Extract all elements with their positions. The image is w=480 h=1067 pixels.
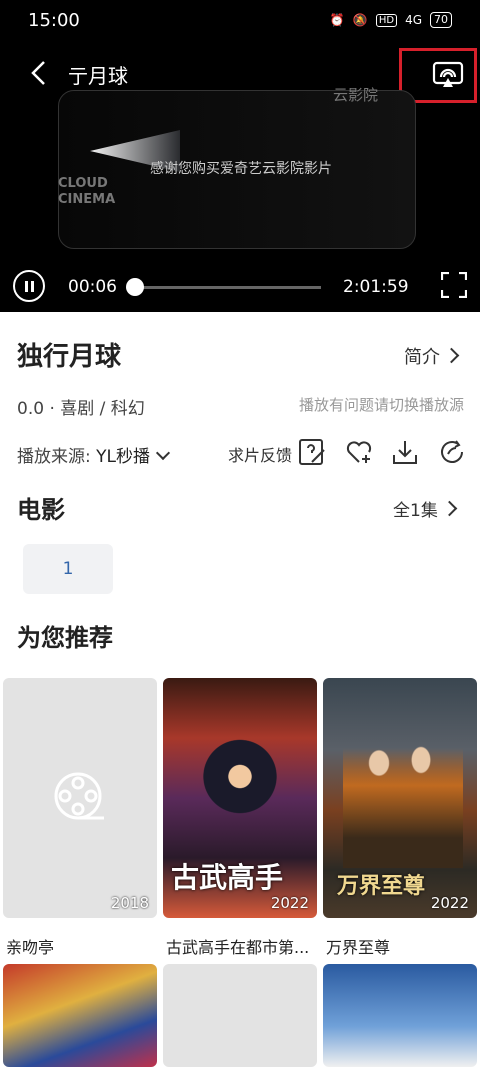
film-reel-icon <box>54 772 104 820</box>
network-icon: 4G <box>405 13 422 27</box>
poster-art <box>343 718 463 868</box>
chevron-down-icon <box>155 445 171 461</box>
player-title: 亍月球 <box>68 64 128 88</box>
chevron-right-icon <box>441 500 458 517</box>
recommend-name[interactable]: 万界至尊 <box>326 934 480 958</box>
source-label: 播放来源: <box>17 447 91 467</box>
all-episodes-label: 全1集 <box>393 501 438 521</box>
intro-label: 简介 <box>404 347 440 368</box>
feedback-label[interactable]: 求片反馈 <box>228 442 292 466</box>
screen-brand: 云影院 <box>333 86 379 104</box>
video-player[interactable]: 15:00 ⏰ 🔕 HD 4G 70 亍月球 云影院 CLOUD CINEMA … <box>0 0 480 312</box>
episodes-title: 电影 <box>17 496 65 524</box>
recommend-name[interactable]: 古武高手在都市第... <box>166 934 320 958</box>
mute-icon: 🔕 <box>352 13 368 27</box>
poster-year: 2022 <box>270 894 309 912</box>
poster-art <box>203 738 277 848</box>
movie-meta: 0.0 · 喜剧 / 科幻 <box>17 399 145 419</box>
all-episodes-link[interactable]: 全1集 <box>393 496 458 521</box>
switch-source-hint[interactable]: 播放有问题请切换播放源 <box>299 394 464 415</box>
pause-button[interactable] <box>13 270 45 302</box>
source-value: YL秒播 <box>96 447 150 467</box>
chevron-right-icon <box>443 347 460 364</box>
logo-line-2: CINEMA <box>58 192 116 207</box>
recommend-title: 为您推荐 <box>17 624 113 652</box>
poster-year: 2022 <box>430 894 469 912</box>
recommend-poster[interactable] <box>3 964 157 1067</box>
source-selector[interactable]: 播放来源: YL秒播 <box>17 442 171 467</box>
hd-icon: HD <box>375 13 398 27</box>
poster-text: 万界至尊 <box>337 874 426 899</box>
download-icon[interactable] <box>391 438 419 466</box>
progress-thumb[interactable] <box>125 278 144 296</box>
movie-title: 独行月球 <box>17 342 122 372</box>
alarm-icon: ⏰ <box>329 13 345 27</box>
cloud-cinema-logo: CLOUD CINEMA <box>58 176 115 208</box>
back-icon[interactable] <box>28 60 50 86</box>
intro-link[interactable]: 简介 <box>404 343 460 369</box>
recommend-poster[interactable] <box>163 964 317 1067</box>
battery-icon: 70 <box>430 12 452 28</box>
status-bar: 15:00 ⏰ 🔕 HD 4G 70 <box>0 0 480 40</box>
recommend-poster[interactable]: 万界至尊 2022 <box>323 678 477 918</box>
share-icon[interactable] <box>438 438 466 466</box>
episode-button[interactable]: 1 <box>23 544 113 594</box>
poster-year: 2018 <box>110 894 149 912</box>
cast-icon[interactable] <box>432 59 464 91</box>
fullscreen-icon[interactable] <box>441 272 467 298</box>
poster-text: 古武高手 <box>171 861 284 894</box>
feedback-edit-icon[interactable] <box>298 438 326 466</box>
duration: 2:01:59 <box>343 277 409 297</box>
recommend-name[interactable]: 亲吻亭 <box>6 934 160 958</box>
screen-thanks-text: 感谢您购买爱奇艺云影院影片 <box>150 161 332 177</box>
current-time: 00:06 <box>68 277 117 297</box>
status-icons: ⏰ 🔕 HD 4G 70 <box>330 12 452 28</box>
progress-track[interactable] <box>131 286 321 289</box>
recommend-poster[interactable]: 2018 <box>3 678 157 918</box>
favorite-add-icon[interactable] <box>345 438 373 466</box>
logo-line-1: CLOUD <box>58 176 108 191</box>
recommend-poster[interactable]: 古武高手 2022 <box>163 678 317 918</box>
recommend-poster[interactable] <box>323 964 477 1067</box>
status-time: 15:00 <box>28 10 80 31</box>
